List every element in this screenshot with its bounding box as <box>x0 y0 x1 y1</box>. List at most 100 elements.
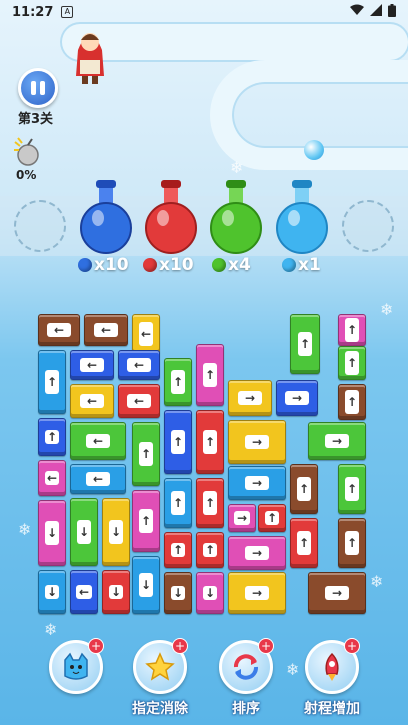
block-green-up[interactable]: ↑ <box>338 464 366 514</box>
block-brown-left[interactable]: ← <box>84 314 128 346</box>
block-green-up[interactable]: ↑ <box>290 314 320 374</box>
block-green-up[interactable]: ↑ <box>164 358 192 406</box>
arrow-up-icon: ↑ <box>45 370 59 394</box>
block-yellow-right[interactable]: → <box>228 572 286 614</box>
arrow-right-icon: → <box>245 476 269 490</box>
arrow-left-icon: ← <box>139 322 153 346</box>
flask-red[interactable] <box>143 178 199 256</box>
block-yellow-right[interactable]: → <box>228 380 272 416</box>
block-green-up[interactable]: ↑ <box>338 346 366 380</box>
block-brown-up[interactable]: ↑ <box>338 518 366 568</box>
add-booster-icon[interactable]: + <box>172 638 188 654</box>
block-green-right[interactable]: → <box>308 422 366 460</box>
block-cyan-left[interactable]: ← <box>70 464 126 494</box>
booster-cat[interactable]: + <box>46 638 106 694</box>
arrow-up-icon: ↑ <box>345 390 359 414</box>
block-red-up[interactable]: ↑ <box>196 410 224 474</box>
arrow-left-icon: ← <box>94 323 118 337</box>
block-red-up[interactable]: ↑ <box>258 504 286 532</box>
block-brown-left[interactable]: ← <box>38 314 80 346</box>
track-ball <box>304 140 324 160</box>
booster-sort[interactable]: + 排序 <box>216 638 276 717</box>
arrow-left-icon: ← <box>47 323 71 337</box>
arrow-left-icon: ← <box>86 472 110 486</box>
block-blue-up[interactable]: ↑ <box>38 418 66 456</box>
block-pink-up[interactable]: ↑ <box>338 314 366 346</box>
flask-light-blue[interactable] <box>274 178 330 256</box>
arrow-up-icon: ↑ <box>203 491 217 515</box>
block-blue-up[interactable]: ↑ <box>164 410 192 474</box>
block-pink-up[interactable]: ↑ <box>196 344 224 406</box>
wifi-icon <box>350 4 364 20</box>
block-yellow-down[interactable]: ↓ <box>102 498 130 566</box>
blue-ball-icon <box>78 258 92 272</box>
booster-range-up[interactable]: + 射程增加 <box>302 638 362 717</box>
empty-slot-left[interactable] <box>14 200 66 252</box>
add-booster-icon[interactable]: + <box>258 638 274 654</box>
arrow-up-icon: ↑ <box>139 509 153 533</box>
snowflake-icon: ❄ <box>230 158 244 177</box>
ball-track-top <box>60 22 408 62</box>
block-red-up[interactable]: ↑ <box>196 532 224 568</box>
block-pink-up[interactable]: ↑ <box>132 490 160 552</box>
pause-bar <box>40 81 45 95</box>
arrow-up-icon: ↑ <box>203 430 217 454</box>
arrow-left-icon: ← <box>80 358 104 372</box>
count-blue-value: x10 <box>94 255 129 275</box>
arrow-down-icon: ↓ <box>45 585 59 599</box>
arrow-up-icon: ↑ <box>298 332 312 356</box>
block-yellow-left[interactable]: ← <box>70 384 114 418</box>
block-pink-right[interactable]: → <box>228 536 286 570</box>
block-red-down[interactable]: ↓ <box>102 570 130 614</box>
block-cyan-right[interactable]: → <box>228 466 286 500</box>
block-blue-left[interactable]: ← <box>70 570 98 614</box>
block-cyan-up[interactable]: ↑ <box>164 478 192 528</box>
block-blue-right[interactable]: → <box>276 380 318 416</box>
block-pink-down[interactable]: ↓ <box>196 572 224 614</box>
status-bar: 11:27 A <box>0 0 408 24</box>
arrow-up-icon: ↑ <box>139 442 153 466</box>
block-yellow-right[interactable]: → <box>228 420 286 464</box>
block-yellow-left[interactable]: ← <box>132 314 160 354</box>
block-pink-right[interactable]: → <box>228 504 256 532</box>
arrow-up-icon: ↑ <box>345 318 359 342</box>
block-pink-down[interactable]: ↓ <box>38 500 66 566</box>
flask-blue[interactable] <box>78 178 134 256</box>
arrow-up-icon: ↑ <box>203 543 217 557</box>
arrow-up-icon: ↑ <box>171 370 185 394</box>
block-blue-left[interactable]: ← <box>70 350 114 380</box>
block-brown-up[interactable]: ↑ <box>338 384 366 420</box>
block-brown-down[interactable]: ↓ <box>164 572 192 614</box>
pause-button[interactable] <box>18 68 58 108</box>
block-brown-right[interactable]: → <box>308 572 366 614</box>
arrow-up-icon: ↑ <box>297 477 311 501</box>
arrow-right-icon: → <box>285 391 309 405</box>
block-green-down[interactable]: ↓ <box>70 498 98 566</box>
empty-slot-right[interactable] <box>342 200 394 252</box>
booster-bar: + + 指定消除 + 排序 + 射程增加 <box>0 636 408 725</box>
block-blue-left[interactable]: ← <box>118 350 160 380</box>
block-green-left[interactable]: ← <box>70 422 126 460</box>
block-red-up[interactable]: ↑ <box>164 532 192 568</box>
block-pink-left[interactable]: ← <box>38 460 66 496</box>
block-cyan-down[interactable]: ↓ <box>132 556 160 614</box>
arrow-down-icon: ↓ <box>203 586 217 600</box>
arrow-down-icon: ↓ <box>139 573 153 597</box>
block-red-up[interactable]: ↑ <box>290 518 318 568</box>
clock: 11:27 <box>12 4 54 20</box>
add-booster-icon[interactable]: + <box>344 638 360 654</box>
block-red-up[interactable]: ↑ <box>196 478 224 528</box>
block-red-left[interactable]: ← <box>118 384 160 418</box>
booster-target-remove[interactable]: + 指定消除 <box>130 638 190 717</box>
count-red-value: x10 <box>159 255 194 275</box>
add-booster-icon[interactable]: + <box>88 638 104 654</box>
light-blue-ball-icon <box>282 258 296 272</box>
arrow-down-icon: ↓ <box>109 520 123 544</box>
block-cyan-up[interactable]: ↑ <box>38 350 66 414</box>
block-cyan-down[interactable]: ↓ <box>38 570 66 614</box>
block-green-up[interactable]: ↑ <box>132 422 160 486</box>
block-brown-up[interactable]: ↑ <box>290 464 318 514</box>
arrow-left-icon: ← <box>86 434 110 448</box>
flask-green[interactable] <box>208 178 264 256</box>
arrow-up-icon: ↑ <box>297 531 311 555</box>
